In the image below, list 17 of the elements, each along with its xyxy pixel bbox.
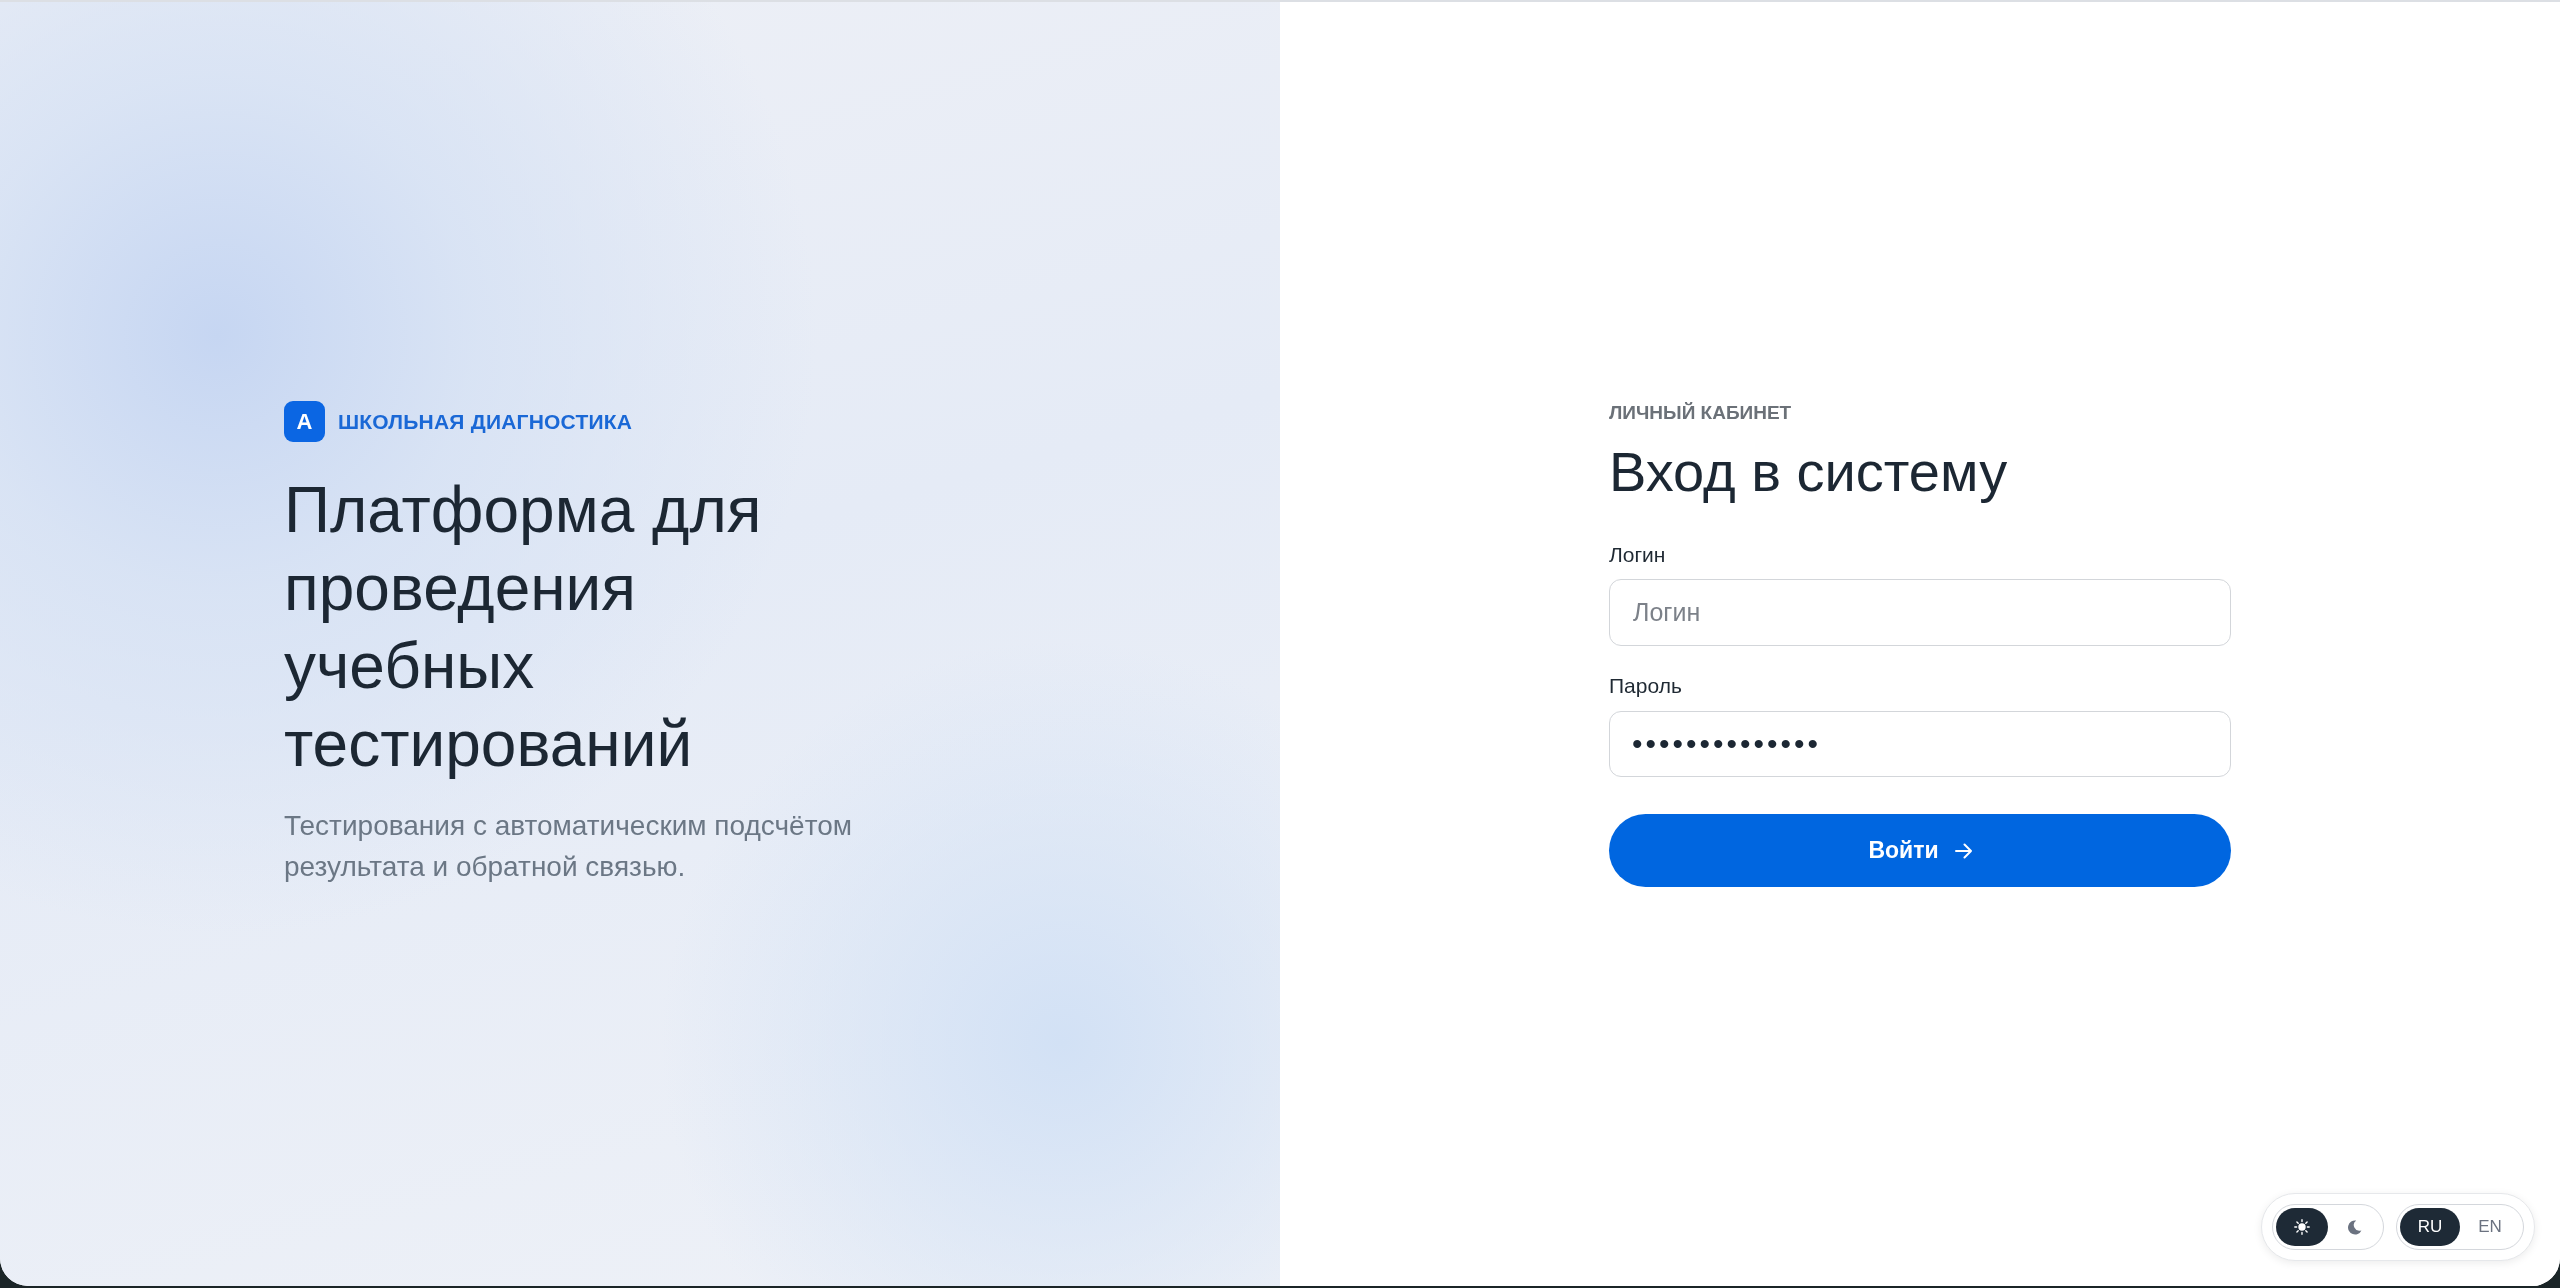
hero-title: Платформа для проведения учебных тестирований [284, 473, 763, 782]
section-eyebrow: ЛИЧНЫЙ КАБИНЕТ [1609, 401, 1793, 425]
sun-icon [2294, 1219, 2310, 1235]
hero-subtitle: Тестирования с автоматическим подсчётом результата и обратной связью. [284, 809, 853, 884]
form-title: Вход в систему [1609, 440, 2009, 504]
app-logo: A [284, 401, 325, 442]
login-button[interactable]: Войти [1609, 814, 2231, 887]
language-option[interactable]: EN [2460, 1208, 2520, 1246]
field-label: Логин [1609, 542, 1667, 568]
login-field[interactable]: Логин [1609, 579, 2231, 646]
light-theme-button[interactable] [2276, 1208, 2328, 1246]
password-field[interactable]: •••••••••••••• [1609, 711, 2231, 777]
language-option[interactable]: RU [2400, 1208, 2460, 1246]
moon-icon [2346, 1219, 2362, 1235]
brand-name: ШКОЛЬНАЯ ДИАГНОСТИКА [338, 408, 633, 435]
field-label: Пароль [1609, 673, 1683, 699]
arrow-right-icon [1954, 842, 1972, 859]
